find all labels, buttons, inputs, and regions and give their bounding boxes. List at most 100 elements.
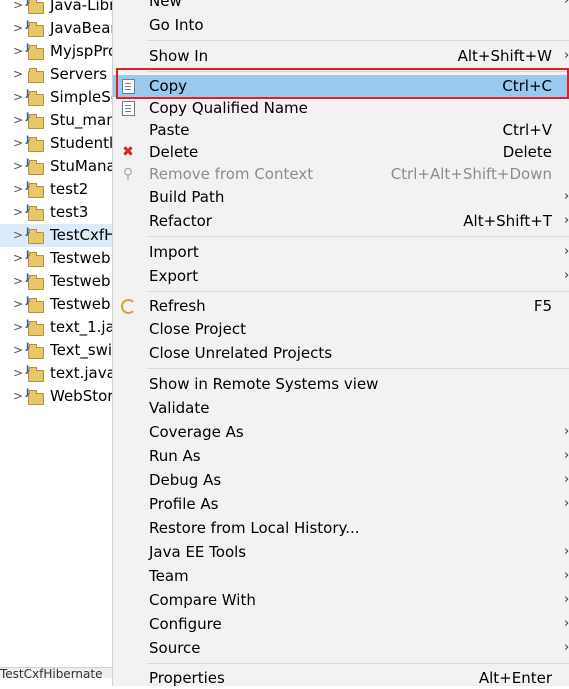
menu-item-source[interactable]: Source › — [113, 637, 569, 659]
menu-item-configure[interactable]: Configure › — [113, 613, 569, 635]
copy-qualified-icon — [119, 100, 137, 116]
menu-item-refactor[interactable]: Refactor Alt+Shift+T › — [113, 210, 569, 232]
submenu-arrow-icon: › — [564, 213, 569, 228]
menu-item-java-ee-tools[interactable]: Java EE Tools › — [113, 541, 569, 563]
project-icon: J — [26, 342, 44, 359]
menu-separator — [147, 368, 569, 369]
project-icon: J — [26, 273, 44, 290]
chevron-right-icon[interactable]: > — [13, 109, 23, 132]
tree-item-testweb-2[interactable]: > J Testweb — [0, 270, 112, 293]
submenu-arrow-icon: › — [564, 496, 569, 511]
menu-item-label: Coverage As — [149, 423, 244, 441]
tree-item-simplese[interactable]: > J SimpleSe — [0, 86, 112, 109]
menu-item-copy[interactable]: Copy Ctrl+C — [113, 75, 569, 97]
submenu-arrow-icon: › — [564, 616, 569, 631]
chevron-right-icon[interactable]: > — [13, 63, 23, 86]
menu-item-shortcut: Delete — [502, 143, 552, 161]
tree-item-webstor[interactable]: > J WebStor — [0, 385, 112, 408]
menu-item-label: Paste — [149, 121, 190, 139]
chevron-right-icon[interactable]: > — [13, 247, 23, 270]
menu-item-validate[interactable]: Validate — [113, 397, 569, 419]
tree-item-label: Stu_man — [50, 111, 112, 129]
tree-item-label: JavaBear — [50, 19, 112, 37]
tree-item-java-libr[interactable]: > J Java-Libr — [0, 0, 112, 17]
delete-icon: ✖ — [122, 144, 134, 160]
tree-item-testcxfh[interactable]: > J TestCxfH — [0, 224, 112, 247]
menu-item-remove-from-context[interactable]: ⚲ Remove from Context Ctrl+Alt+Shift+Dow… — [113, 163, 569, 185]
menu-item-new[interactable]: New › — [113, 0, 569, 12]
chevron-right-icon[interactable]: > — [13, 132, 23, 155]
tree-item-label: Java-Libr — [50, 0, 112, 14]
menu-item-close-unrelated-projects[interactable]: Close Unrelated Projects — [113, 342, 569, 364]
menu-item-close-project[interactable]: Close Project — [113, 318, 569, 340]
chevron-right-icon[interactable]: > — [13, 17, 23, 40]
tree-item-label: StuMana — [50, 157, 112, 175]
tree-item-text-java[interactable]: > J text.java — [0, 362, 112, 385]
folder-icon — [27, 67, 44, 83]
tree-item-text-swi[interactable]: > J Text_swi — [0, 339, 112, 362]
menu-item-restore-local-history[interactable]: Restore from Local History... — [113, 517, 569, 539]
menu-item-export[interactable]: Export › — [113, 265, 569, 287]
menu-item-coverage-as[interactable]: Coverage As › — [113, 421, 569, 443]
menu-item-label: Remove from Context — [149, 165, 314, 183]
menu-item-run-as[interactable]: Run As › — [113, 445, 569, 467]
menu-item-label: Refactor — [149, 212, 212, 230]
chevron-right-icon[interactable]: > — [13, 86, 23, 109]
chevron-right-icon[interactable]: > — [13, 40, 23, 63]
tree-item-testweb-3[interactable]: > J Testweb — [0, 293, 112, 316]
menu-item-paste[interactable]: Paste Ctrl+V — [113, 119, 569, 141]
menu-item-label: Java EE Tools — [149, 543, 247, 561]
chevron-right-icon[interactable]: > — [13, 155, 23, 178]
chevron-right-icon[interactable]: > — [13, 316, 23, 339]
project-icon: J — [26, 250, 44, 267]
tree-item-test3[interactable]: > J test3 — [0, 201, 112, 224]
project-icon: J — [26, 89, 44, 106]
project-icon: J — [26, 0, 44, 14]
tree-item-label: Servers — [50, 65, 108, 83]
tree-item-label: SimpleSe — [50, 88, 112, 106]
menu-item-properties[interactable]: Properties Alt+Enter — [113, 667, 569, 689]
submenu-arrow-icon: › — [564, 544, 569, 559]
menu-item-build-path[interactable]: Build Path › — [113, 186, 569, 208]
tree-item-test2[interactable]: > J test2 — [0, 178, 112, 201]
refresh-icon — [119, 298, 137, 314]
chevron-right-icon[interactable]: > — [13, 385, 23, 408]
tree-item-label: Text_swi — [50, 341, 112, 359]
menu-item-show-remote-systems[interactable]: Show in Remote Systems view — [113, 373, 569, 395]
chevron-right-icon[interactable]: > — [13, 362, 23, 385]
menu-item-debug-as[interactable]: Debug As › — [113, 469, 569, 491]
tree-item-javabear[interactable]: > J JavaBear — [0, 17, 112, 40]
tree-item-servers[interactable]: > Servers — [0, 63, 112, 86]
menu-item-compare-with[interactable]: Compare With › — [113, 589, 569, 611]
chevron-right-icon[interactable]: > — [13, 270, 23, 293]
menu-item-shortcut: Ctrl+C — [502, 77, 552, 95]
tree-item-stu-man[interactable]: > J Stu_man — [0, 109, 112, 132]
menu-item-copy-qualified-name[interactable]: Copy Qualified Name — [113, 97, 569, 119]
menu-item-label: Go Into — [149, 16, 204, 34]
chevron-right-icon[interactable]: > — [13, 178, 23, 201]
menu-item-show-in[interactable]: Show In Alt+Shift+W › — [113, 45, 569, 67]
chevron-right-icon[interactable]: > — [13, 201, 23, 224]
project-icon: J — [26, 181, 44, 198]
chevron-right-icon[interactable]: > — [13, 224, 23, 247]
tree-item-text-1[interactable]: > J text_1.ja — [0, 316, 112, 339]
chevron-right-icon[interactable]: > — [13, 339, 23, 362]
menu-item-label: Run As — [149, 447, 201, 465]
project-icon: J — [26, 365, 44, 382]
context-menu: New › Go Into Show In Alt+Shift+W › Copy… — [112, 0, 569, 689]
menu-item-go-into[interactable]: Go Into — [113, 14, 569, 36]
chevron-right-icon[interactable]: > — [13, 293, 23, 316]
tree-item-myjsppro[interactable]: > J MyjspPro — [0, 40, 112, 63]
chevron-right-icon[interactable]: > — [13, 0, 23, 17]
menu-item-label: Build Path — [149, 188, 225, 206]
menu-item-team[interactable]: Team › — [113, 565, 569, 587]
tree-item-label: Testweb — [50, 295, 111, 313]
tree-item-stumana[interactable]: > J StuMana — [0, 155, 112, 178]
menu-item-import[interactable]: Import › — [113, 241, 569, 263]
menu-item-delete[interactable]: ✖ Delete Delete — [113, 141, 569, 163]
menu-item-profile-as[interactable]: Profile As › — [113, 493, 569, 515]
tree-item-label: Testweb — [50, 272, 111, 290]
tree-item-testweb-1[interactable]: > J Testweb — [0, 247, 112, 270]
tree-item-studentl[interactable]: > J Studentl — [0, 132, 112, 155]
menu-item-refresh[interactable]: Refresh F5 — [113, 295, 569, 317]
